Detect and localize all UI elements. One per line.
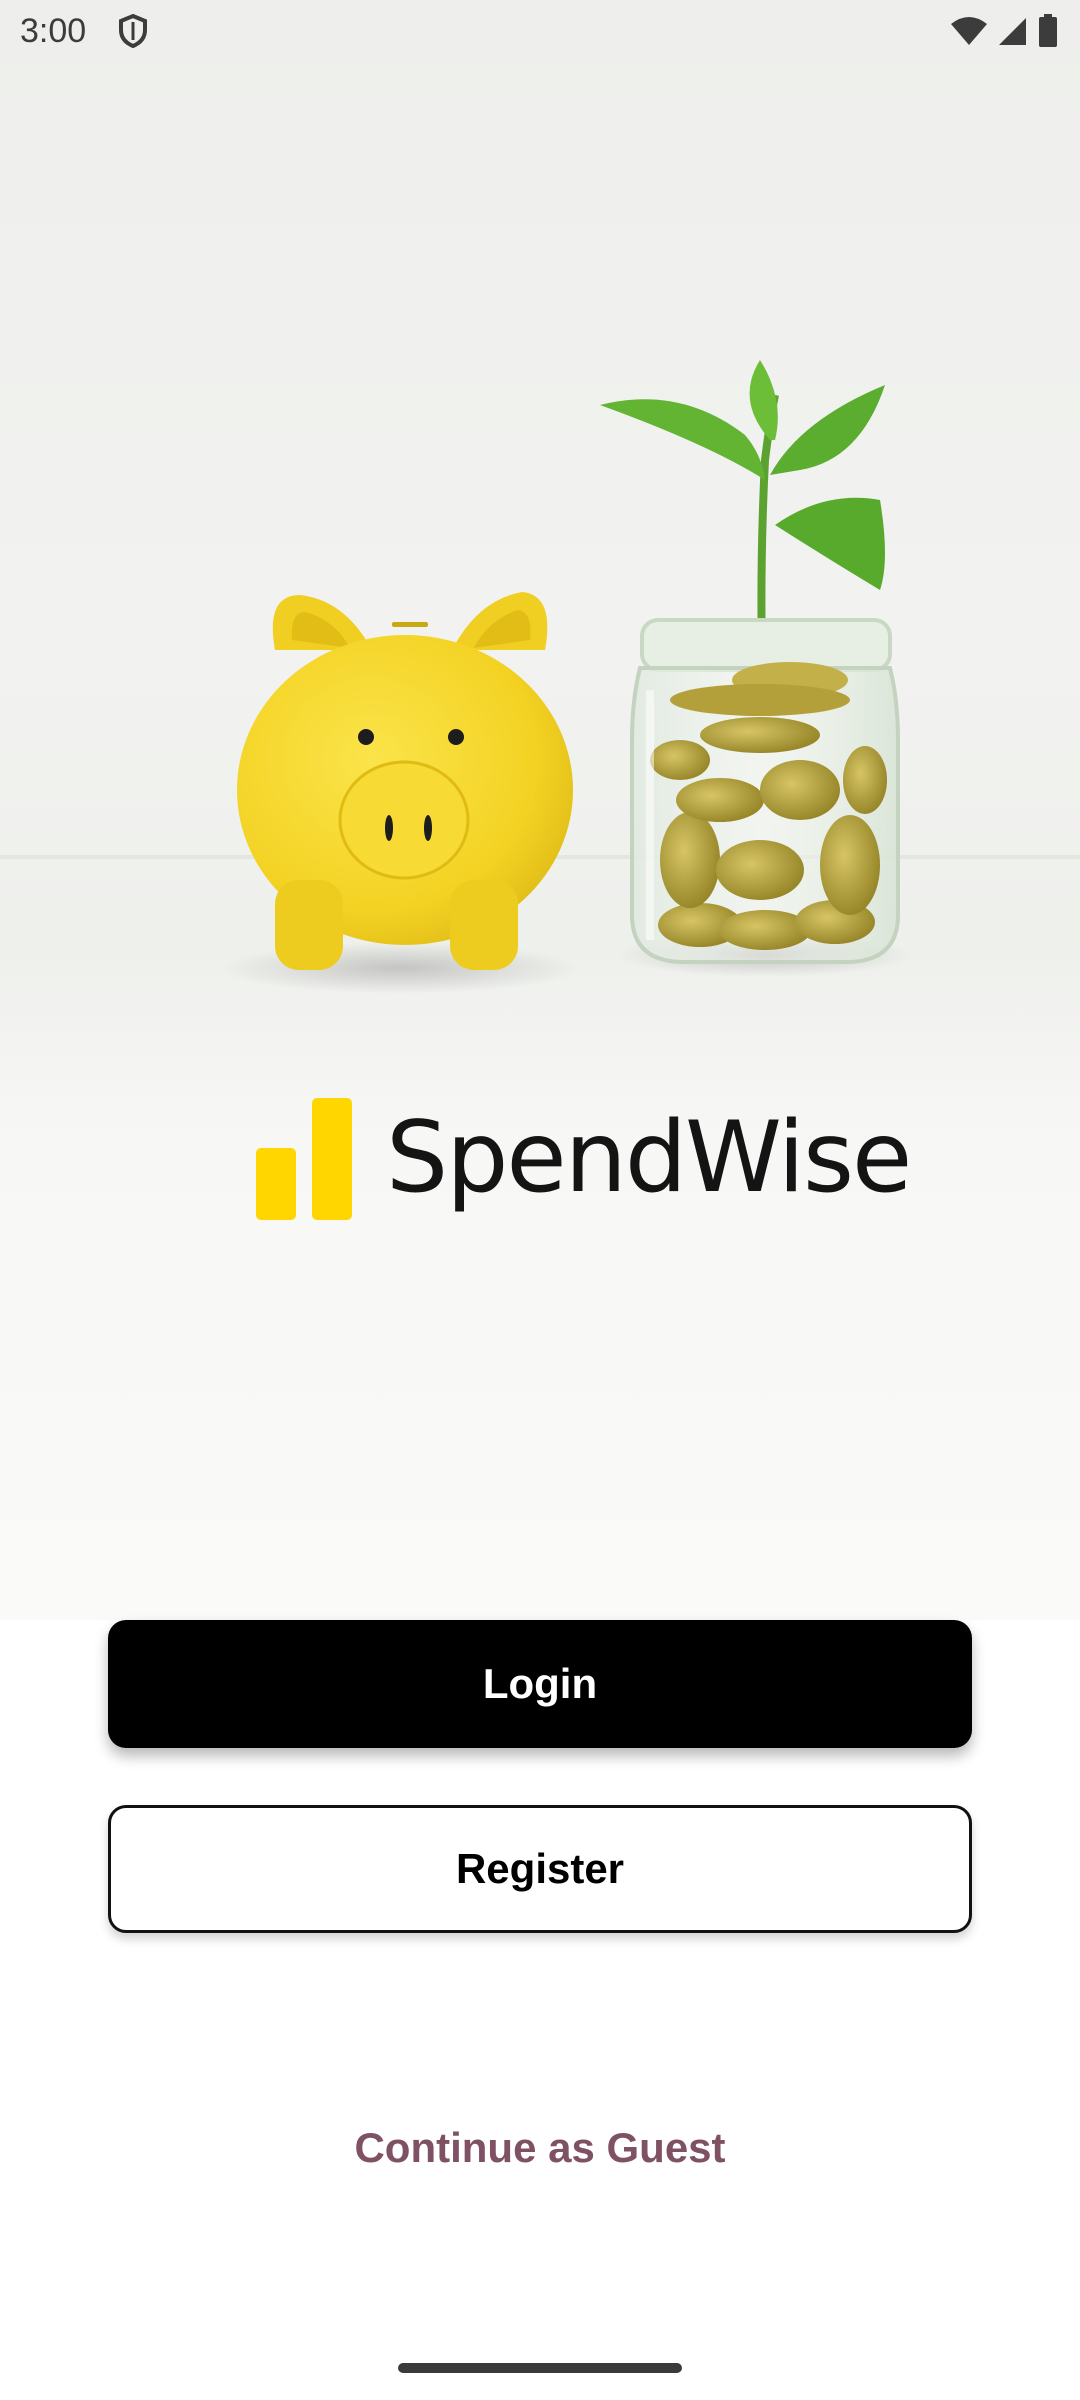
welcome-screen: 3:00 SpendWise Login Register Continue a… xyxy=(0,0,1080,2400)
hero-scene xyxy=(0,360,1080,994)
brand-logo: SpendWise xyxy=(256,1088,912,1228)
wifi-icon xyxy=(951,17,987,45)
bar-chart-logo-icon xyxy=(256,1096,360,1220)
login-button[interactable]: Login xyxy=(108,1620,972,1748)
piggy-bank-icon xyxy=(237,592,573,970)
hero-illustration xyxy=(0,0,1080,1620)
status-time: 3:00 xyxy=(20,12,87,50)
cellular-signal-icon xyxy=(999,18,1026,45)
register-button[interactable]: Register xyxy=(108,1805,972,1933)
logo-bar-tall xyxy=(312,1098,352,1220)
status-icons xyxy=(950,14,1058,48)
shield-icon xyxy=(119,14,147,48)
continue-as-guest-link[interactable]: Continue as Guest xyxy=(0,2124,1080,2172)
battery-icon xyxy=(1039,14,1057,47)
logo-bar-short xyxy=(256,1148,296,1220)
status-bar: 3:00 xyxy=(0,0,1080,64)
brand-name: SpendWise xyxy=(386,1101,912,1215)
login-button-label: Login xyxy=(482,1660,598,1707)
home-indicator[interactable] xyxy=(398,2363,682,2373)
coin-jar-icon xyxy=(630,618,900,964)
register-button-label: Register xyxy=(455,1845,625,1892)
sprout-icon xyxy=(600,360,885,656)
